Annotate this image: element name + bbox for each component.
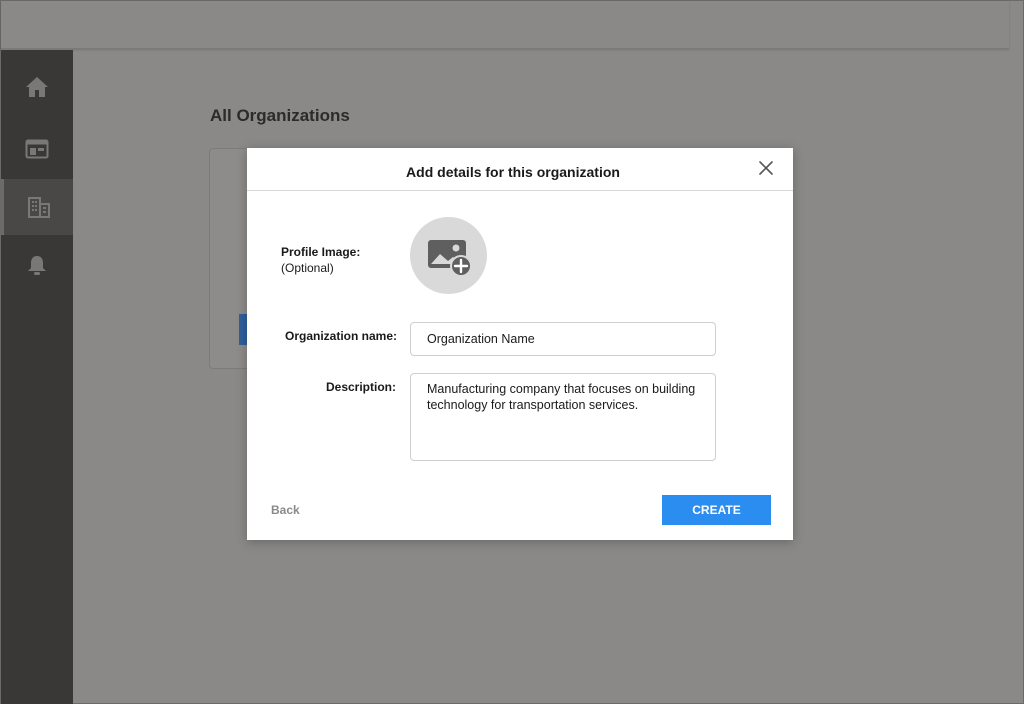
sidebar-item-dashboard[interactable]	[1, 121, 73, 177]
sidebar-item-organizations[interactable]	[1, 179, 73, 235]
sidebar-item-notifications[interactable]	[1, 237, 73, 293]
building-icon	[27, 197, 50, 218]
bell-icon	[28, 256, 46, 275]
description-input[interactable]: Manufacturing company that focuses on bu…	[410, 373, 716, 461]
optional-label: (Optional)	[281, 261, 334, 275]
organization-name-input[interactable]	[410, 322, 716, 356]
dashboard-icon	[25, 139, 49, 159]
sidebar	[1, 50, 73, 704]
add-image-icon	[427, 239, 472, 276]
dialog-header: Add details for this organization	[247, 148, 793, 191]
create-button[interactable]: CREATE	[662, 495, 771, 525]
description-label: Description:	[325, 380, 396, 394]
dialog-title: Add details for this organization	[406, 164, 620, 180]
profile-image-upload[interactable]	[410, 217, 487, 294]
page-title: All Organizations	[210, 106, 350, 125]
close-button[interactable]	[757, 159, 775, 177]
organization-name-label: Organization name:	[284, 329, 397, 343]
top-bar	[1, 1, 1009, 49]
add-organization-dialog: Add details for this organization Profil…	[247, 148, 793, 540]
profile-image-label: Profile Image:	[281, 245, 361, 259]
back-button[interactable]: Back	[271, 503, 300, 517]
home-icon	[26, 77, 48, 97]
close-icon	[759, 161, 773, 175]
sidebar-item-home[interactable]	[1, 59, 73, 115]
